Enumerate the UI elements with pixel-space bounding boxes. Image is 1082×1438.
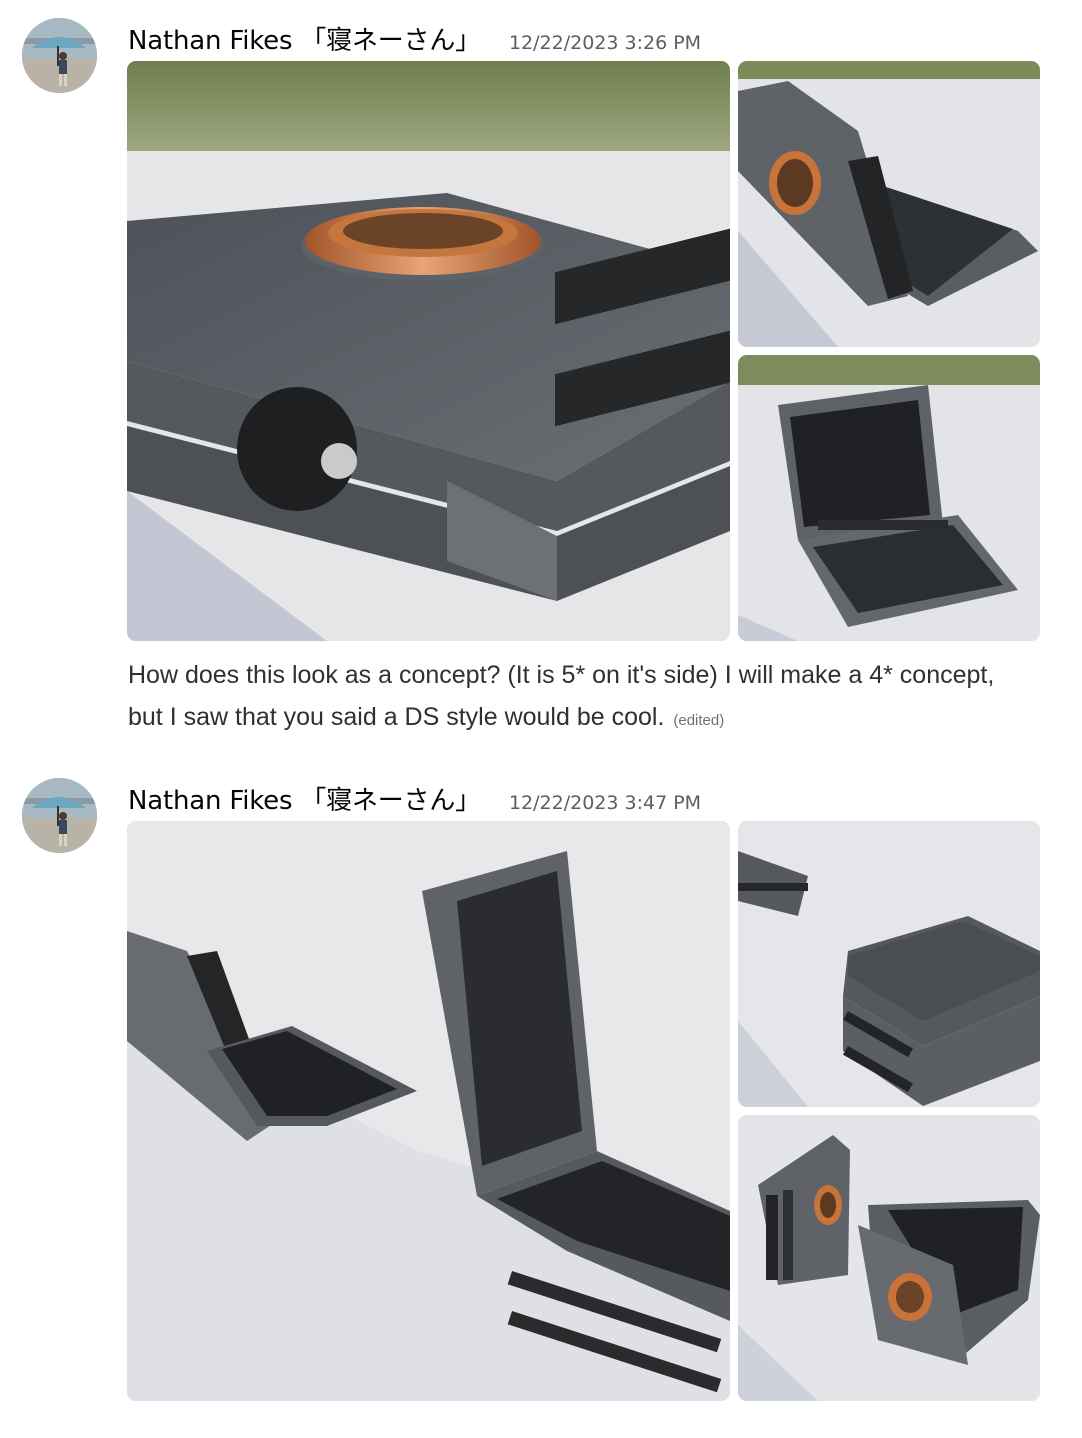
message-text: How does this look as a concept? (It is …: [128, 661, 995, 731]
attachment-image[interactable]: [738, 61, 1040, 347]
attachment-image[interactable]: [127, 61, 730, 641]
message-timestamp[interactable]: 12/22/2023 3:47 PM: [509, 792, 701, 814]
author-name[interactable]: Nathan Fikes 「寝ネーさん」: [128, 780, 481, 817]
user-avatar[interactable]: [22, 18, 97, 93]
edited-indicator[interactable]: (edited): [673, 712, 724, 729]
message-1: Nathan Fikes 「寝ネーさん」 12/22/2023 3:26 PM: [0, 0, 1082, 760]
attachment-image[interactable]: [738, 821, 1040, 1107]
message-2: Nathan Fikes 「寝ネーさん」 12/22/2023 3:47 PM: [0, 760, 1082, 1438]
message-timestamp[interactable]: 12/22/2023 3:26 PM: [509, 32, 701, 54]
attachment-image[interactable]: [738, 355, 1040, 641]
attachment-image[interactable]: [127, 821, 730, 1401]
user-avatar[interactable]: [22, 778, 97, 853]
author-name[interactable]: Nathan Fikes 「寝ネーさん」: [128, 20, 481, 57]
message-body: How does this look as a concept? (It is …: [128, 654, 1028, 742]
attachment-image[interactable]: [738, 1115, 1040, 1401]
